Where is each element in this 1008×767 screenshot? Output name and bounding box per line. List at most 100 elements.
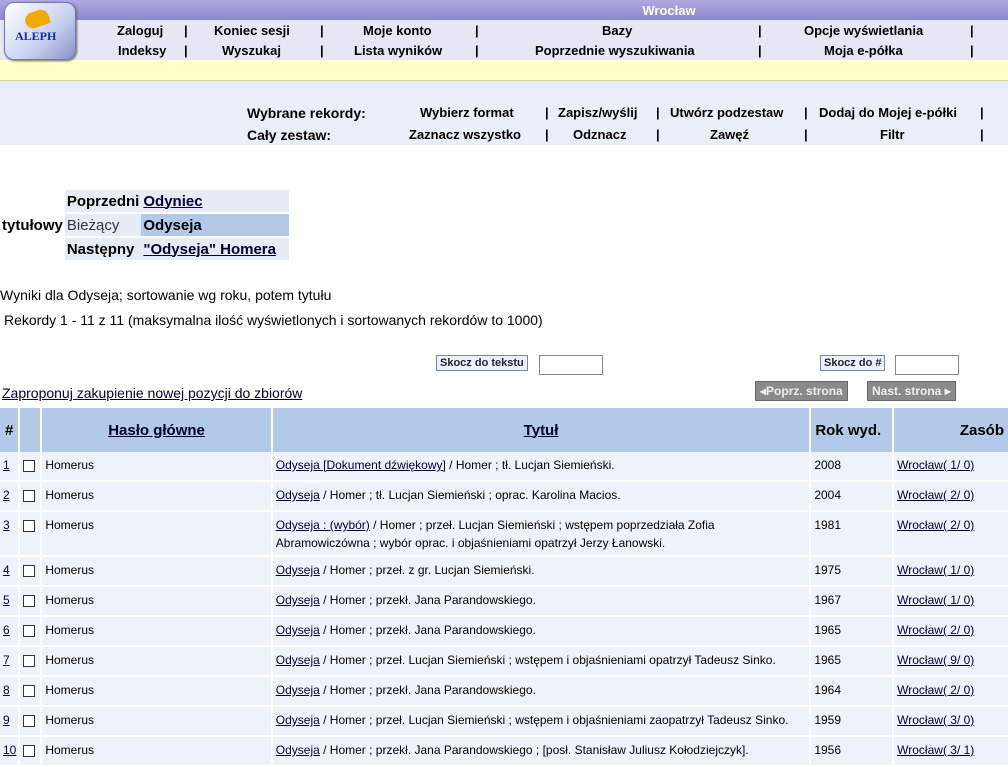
select-all-link[interactable]: Zaznacz wszystko <box>409 127 521 142</box>
row-holdings[interactable]: Wrocław( 1/ 0) <box>893 452 1008 482</box>
holdings-link[interactable]: Wrocław( 2/ 0) <box>897 683 974 697</box>
results-table: # Hasło główne Tytuł Rok wyd. Zasób 1 Hom… <box>0 408 1008 767</box>
jump-to-number-input[interactable] <box>895 355 959 375</box>
row-select <box>19 481 43 512</box>
row-holdings[interactable]: Wrocław( 3/ 0) <box>893 706 1008 737</box>
header-spacer <box>0 81 1008 101</box>
select-checkbox[interactable] <box>23 685 36 697</box>
row-select <box>19 556 43 587</box>
prev-page-button[interactable]: ◂Poprz. strona <box>755 381 848 401</box>
save-send-link[interactable]: Zapisz/wyślij <box>558 105 637 120</box>
title-statement: / Homer ; przekł. Jana Parandowskiego ; … <box>319 743 749 757</box>
title-link[interactable]: Odyseja : (wybór) <box>276 518 370 532</box>
jump-to-number-button[interactable]: Skocz do # <box>820 355 886 371</box>
next-page-button[interactable]: Nast. strona ▸ <box>867 381 956 401</box>
row-holdings[interactable]: Wrocław( 3/ 1) <box>893 736 1008 767</box>
row-number[interactable]: 5 <box>0 586 21 617</box>
suggest-purchase-link[interactable]: Zaproponuj zakupienie nowej pozycji do z… <box>2 385 302 401</box>
refine-link[interactable]: Zawęź <box>710 127 749 142</box>
row-number[interactable]: 9 <box>0 706 21 737</box>
row-select <box>19 706 43 737</box>
holdings-link[interactable]: Wrocław( 1/ 0) <box>897 593 974 607</box>
nav-logout[interactable]: Koniec sesji <box>214 23 290 38</box>
row-number[interactable]: 6 <box>0 616 21 647</box>
message-bar <box>0 60 1008 81</box>
row-holdings[interactable]: Wrocław( 2/ 0) <box>893 511 1008 557</box>
holdings-link[interactable]: Wrocław( 1/ 0) <box>897 458 974 472</box>
nav-results-list[interactable]: Lista wyników <box>354 43 442 58</box>
row-holdings[interactable]: Wrocław( 2/ 0) <box>893 481 1008 512</box>
select-checkbox[interactable] <box>23 655 36 667</box>
nav-search[interactable]: Wyszukaj <box>222 43 281 58</box>
select-checkbox[interactable] <box>23 595 36 607</box>
holdings-link[interactable]: Wrocław( 1/ 0) <box>897 563 974 577</box>
table-row: 8 Homerus Odyseja / Homer ; przekł. Jana P… <box>0 676 1008 707</box>
col-title[interactable]: Tytuł <box>271 408 812 452</box>
row-holdings[interactable]: Wrocław( 2/ 0) <box>893 616 1008 647</box>
row-holdings[interactable]: Wrocław( 2/ 0) <box>893 676 1008 707</box>
filter-link[interactable]: Filtr <box>880 127 905 142</box>
aleph-bird-icon <box>22 7 52 31</box>
col-author[interactable]: Hasło główne <box>41 408 273 452</box>
nav-databases[interactable]: Bazy <box>602 23 632 38</box>
title-statement: / Homer ; tł. Lucjan Siemieński. <box>445 458 615 472</box>
choose-format-link[interactable]: Wybierz format <box>420 105 514 120</box>
title-link[interactable]: Odyseja <box>276 653 320 667</box>
holdings-link[interactable]: Wrocław( 3/ 0) <box>897 713 974 727</box>
row-holdings[interactable]: Wrocław( 1/ 0) <box>893 556 1008 587</box>
select-checkbox[interactable] <box>23 460 36 472</box>
row-number[interactable]: 2 <box>0 481 21 512</box>
holdings-link[interactable]: Wrocław( 9/ 0) <box>897 653 974 667</box>
title-link[interactable]: Odyseja <box>276 488 320 502</box>
create-subset-link[interactable]: Utwórz podzestaw <box>670 105 783 120</box>
row-number[interactable]: 4 <box>0 556 21 587</box>
title-link[interactable]: Odyseja [Dokument dźwiękowy] <box>276 458 446 472</box>
row-holdings[interactable]: Wrocław( 1/ 0) <box>893 586 1008 617</box>
title-link[interactable]: Odyseja <box>276 683 320 697</box>
holdings-link[interactable]: Wrocław( 2/ 0) <box>897 488 974 502</box>
select-checkbox[interactable] <box>23 625 36 637</box>
nav-display-options[interactable]: Opcje wyświetlania <box>804 23 923 38</box>
prev-term-link[interactable]: Odyniec <box>143 193 202 210</box>
library-title: Wrocław <box>642 3 696 18</box>
records-action-bar: Wybrane rekordy: Wybierz format | Zapisz… <box>0 101 1008 145</box>
select-checkbox[interactable] <box>23 490 36 502</box>
title-link[interactable]: Odyseja <box>276 713 320 727</box>
title-link[interactable]: Odyseja <box>276 743 320 757</box>
title-link[interactable]: Odyseja <box>276 563 320 577</box>
nav-my-account[interactable]: Moje konto <box>363 23 432 38</box>
title-statement: / Homer ; przeł. Lucjan Siemieński ; wst… <box>319 653 776 667</box>
holdings-link[interactable]: Wrocław( 3/ 1) <box>897 743 974 757</box>
select-checkbox[interactable] <box>23 715 36 727</box>
add-to-eshelf-link[interactable]: Dodaj do Mojej e-półki <box>819 105 957 120</box>
select-checkbox[interactable] <box>23 565 36 577</box>
nav-previous-searches[interactable]: Poprzednie wyszukiwania <box>535 43 695 58</box>
jump-to-text-button[interactable]: Skocz do tekstu <box>436 355 528 371</box>
nav-login[interactable]: Zaloguj <box>117 23 163 38</box>
aleph-logo[interactable]: ALEPH <box>4 2 76 60</box>
holdings-link[interactable]: Wrocław( 2/ 0) <box>897 518 974 532</box>
title-link[interactable]: Odyseja <box>276 593 320 607</box>
row-holdings[interactable]: Wrocław( 9/ 0) <box>893 646 1008 677</box>
row-number[interactable]: 1 <box>0 452 21 482</box>
row-number[interactable]: 10 <box>0 736 21 767</box>
row-number[interactable]: 8 <box>0 676 21 707</box>
col-holdings: Zasób <box>893 408 1008 452</box>
title-link[interactable]: Odyseja <box>276 623 320 637</box>
row-number[interactable]: 3 <box>0 511 21 557</box>
holdings-link[interactable]: Wrocław( 2/ 0) <box>897 623 974 637</box>
select-checkbox[interactable] <box>23 745 36 757</box>
results-summary: Wyniki dla Odyseja; sortowanie wg roku, … <box>0 287 332 303</box>
nav-e-shelf[interactable]: Moja e-półka <box>824 43 903 58</box>
row-number[interactable]: 7 <box>0 646 21 677</box>
next-term-link[interactable]: "Odyseja" Homera <box>143 241 276 258</box>
deselect-link[interactable]: Odznacz <box>573 127 626 142</box>
jump-to-text-input[interactable] <box>539 355 603 375</box>
row-select <box>19 646 43 677</box>
nav-indexes[interactable]: Indeksy <box>118 43 166 58</box>
row-author: Homerus <box>41 676 273 707</box>
select-checkbox[interactable] <box>23 520 36 532</box>
nav-row-2: Indeksy | Wyszukaj | Lista wyników | Pop… <box>118 43 974 58</box>
next-label: Następny <box>64 238 142 260</box>
row-title: Odyseja / Homer ; przeł. Lucjan Siemieńs… <box>271 706 812 737</box>
